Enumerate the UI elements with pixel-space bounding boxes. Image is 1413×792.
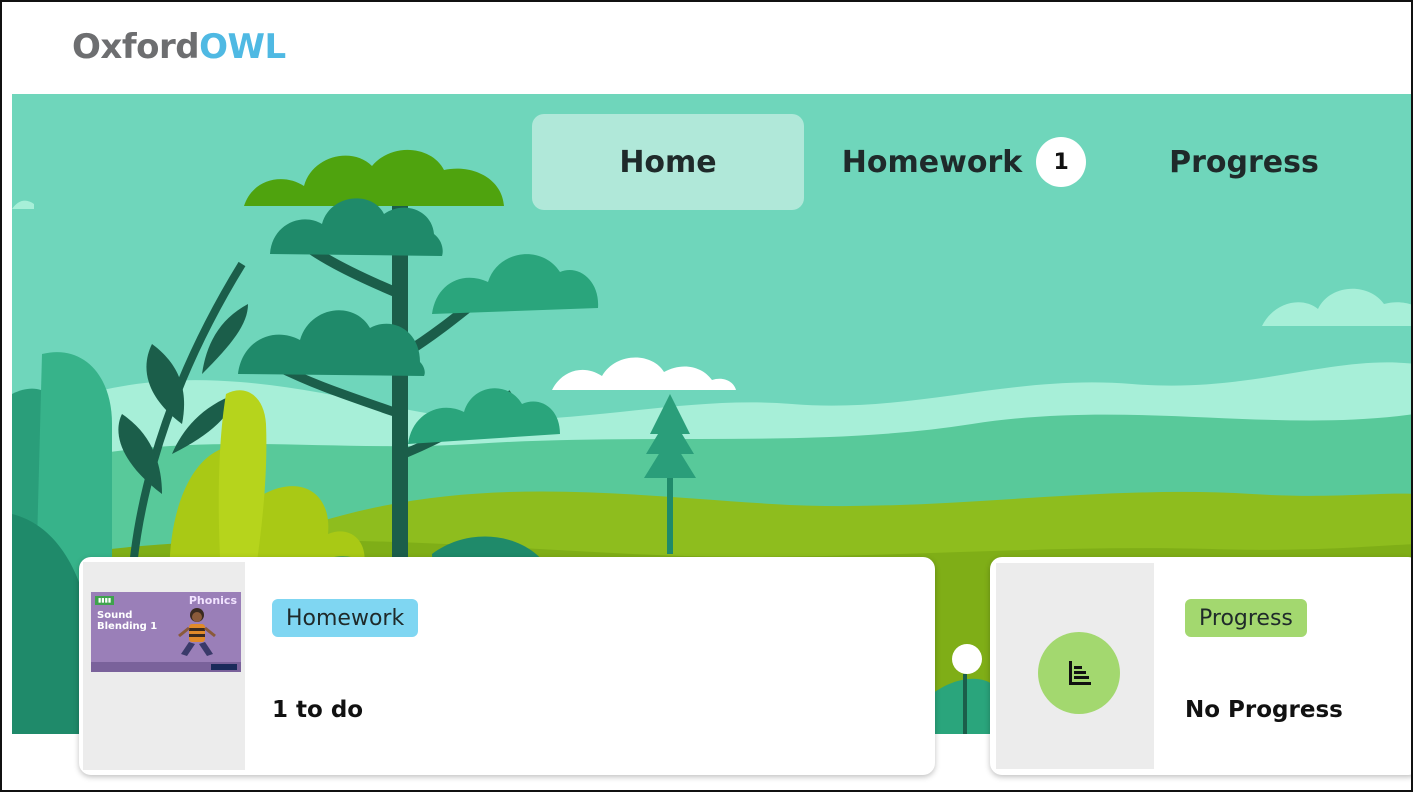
book-brand-logo: ▮▮▮▮ bbox=[95, 596, 115, 605]
progress-status: No Progress bbox=[1185, 697, 1343, 723]
nav-tab-home[interactable]: Home bbox=[532, 114, 804, 210]
book-character-illustration bbox=[178, 608, 216, 656]
progress-icon-circle bbox=[1038, 632, 1120, 714]
homework-card[interactable]: ▮▮▮▮ Phonics Sound Blending 1 Homework 1… bbox=[79, 557, 935, 775]
nav-tab-homework-label: Homework bbox=[841, 144, 1023, 180]
bar-chart-icon bbox=[1069, 661, 1091, 685]
homework-thumbnail: ▮▮▮▮ Phonics Sound Blending 1 bbox=[83, 562, 245, 770]
oxford-owl-logo[interactable]: Oxford OWL bbox=[72, 24, 286, 70]
progress-tag: Progress bbox=[1185, 599, 1307, 637]
nav-tab-progress[interactable]: Progress bbox=[1124, 114, 1364, 210]
book-cover: ▮▮▮▮ Phonics Sound Blending 1 bbox=[91, 592, 241, 672]
progress-thumbnail bbox=[996, 563, 1154, 769]
logo-text-oxford: Oxford bbox=[72, 27, 200, 67]
site-header: Oxford OWL bbox=[2, 2, 1411, 94]
logo-text-owl: OWL bbox=[199, 27, 286, 67]
homework-count-badge: 1 bbox=[1036, 137, 1087, 187]
nav-tab-progress-label: Progress bbox=[1169, 144, 1319, 180]
nav-tab-homework[interactable]: Homework 1 bbox=[804, 114, 1124, 210]
book-title-label: Sound Blending 1 bbox=[97, 610, 158, 632]
main-nav: Home Homework 1 Progress bbox=[532, 114, 1364, 210]
app-frame: Oxford OWL Home Homework 1 Progress ▮▮▮▮… bbox=[0, 0, 1413, 792]
nav-tab-home-label: Home bbox=[619, 144, 717, 180]
book-footer-strip bbox=[91, 662, 241, 672]
homework-status: 1 to do bbox=[272, 697, 364, 723]
homework-tag: Homework bbox=[272, 599, 419, 637]
progress-card[interactable]: Progress No Progress bbox=[990, 557, 1411, 775]
